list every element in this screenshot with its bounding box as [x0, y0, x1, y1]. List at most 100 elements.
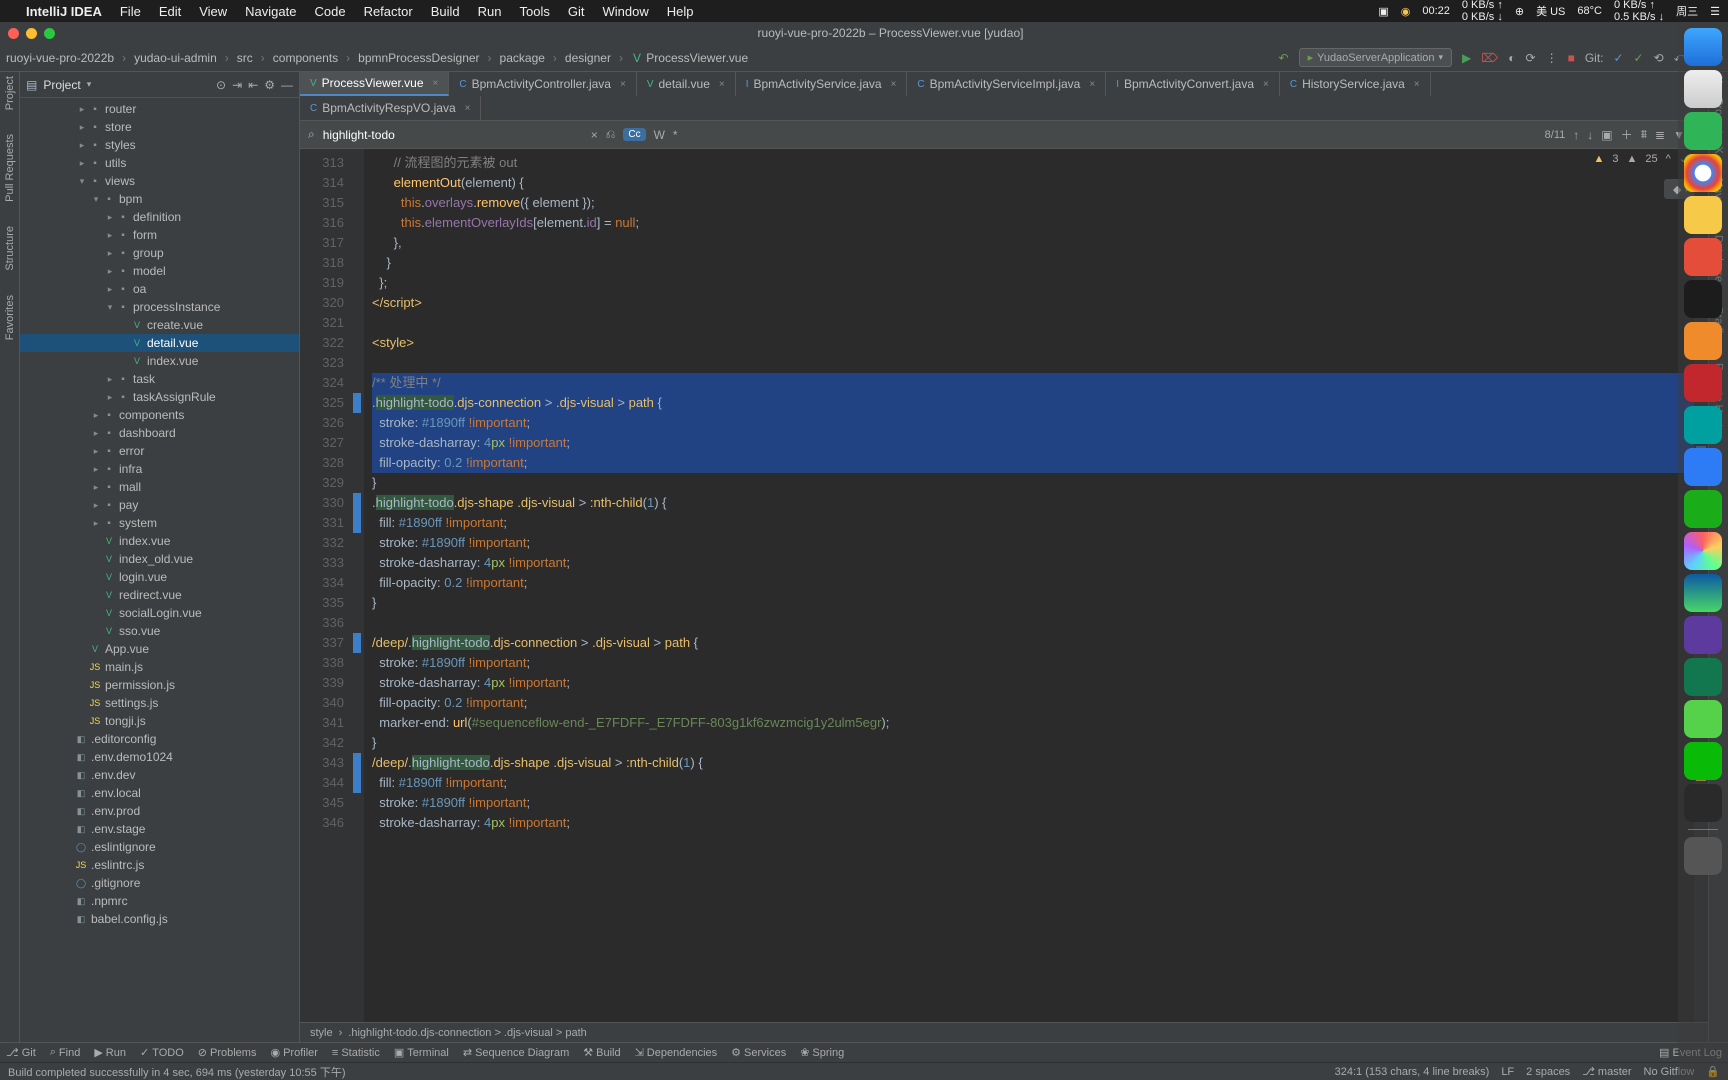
tree-row[interactable]: VsocialLogin.vue: [20, 604, 299, 622]
menu-git[interactable]: Git: [568, 4, 585, 19]
tree-row[interactable]: Vredirect.vue: [20, 586, 299, 604]
close-tab-icon[interactable]: ×: [891, 79, 897, 90]
filter-icon[interactable]: ⩩: [1641, 127, 1647, 142]
menu-code[interactable]: Code: [314, 4, 345, 19]
editor-tab[interactable]: IBpmActivityService.java×: [736, 72, 908, 96]
tree-row[interactable]: ◧.env.demo1024: [20, 748, 299, 766]
expand-all-icon[interactable]: ⇥: [232, 78, 242, 92]
bt-services[interactable]: ⚙ Services: [731, 1046, 786, 1059]
menu-build[interactable]: Build: [431, 4, 460, 19]
code-content[interactable]: // 流程图的元素被 out elementOut(element) { thi…: [364, 149, 1694, 1022]
bt-build[interactable]: ⚒ Build: [583, 1046, 620, 1059]
close-window-button[interactable]: [8, 28, 19, 39]
camera-icon[interactable]: ▣: [1378, 5, 1388, 18]
tree-row[interactable]: ▾▪bpm: [20, 190, 299, 208]
editor-tab[interactable]: CBpmActivityRespVO.java×: [300, 96, 481, 120]
dock-app-lime[interactable]: [1684, 700, 1722, 738]
tree-row[interactable]: JSsettings.js: [20, 694, 299, 712]
project-tree[interactable]: ▸▪router▸▪store▸▪styles▸▪utils▾▪views▾▪b…: [20, 98, 299, 1042]
tree-row[interactable]: ▸▪router: [20, 100, 299, 118]
tree-row[interactable]: ◧.editorconfig: [20, 730, 299, 748]
stop-button[interactable]: ■: [1568, 51, 1575, 65]
project-label[interactable]: Project: [43, 78, 80, 92]
tree-row[interactable]: Vlogin.vue: [20, 568, 299, 586]
tree-row[interactable]: ▸▪system: [20, 514, 299, 532]
tree-row[interactable]: ▸▪components: [20, 406, 299, 424]
tree-row[interactable]: ◧.env.prod: [20, 802, 299, 820]
bt-problems[interactable]: ⊘ Problems: [198, 1046, 257, 1059]
add-selection-icon[interactable]: ＋: [1621, 126, 1633, 143]
bt-spring[interactable]: ❀ Spring: [800, 1046, 844, 1059]
tree-row[interactable]: ▸▪definition: [20, 208, 299, 226]
dock-app-red[interactable]: [1684, 238, 1722, 276]
editor-breadcrumbs[interactable]: style › .highlight-todo.djs-connection >…: [300, 1022, 1708, 1042]
tool-structure[interactable]: Structure: [4, 226, 16, 271]
tree-row[interactable]: ◧.env.stage: [20, 820, 299, 838]
close-tab-icon[interactable]: ×: [433, 78, 439, 89]
menu-run[interactable]: Run: [478, 4, 502, 19]
words-toggle[interactable]: W: [654, 128, 665, 142]
menu-window[interactable]: Window: [602, 4, 648, 19]
dock-app-darkred[interactable]: [1684, 364, 1722, 402]
select-all-icon[interactable]: ▣: [1601, 128, 1612, 142]
dock-app-finder[interactable]: [1684, 28, 1722, 66]
date[interactable]: 周三: [1676, 3, 1698, 19]
caret-position[interactable]: 324:1 (153 chars, 4 line breaks): [1335, 1066, 1490, 1078]
tool-pull-requests[interactable]: Pull Requests: [4, 134, 16, 202]
dock-app-safari[interactable]: [1684, 70, 1722, 108]
dock-app-wave[interactable]: [1684, 490, 1722, 528]
dock-app-dark[interactable]: [1684, 784, 1722, 822]
git-history-icon[interactable]: ⟲: [1654, 51, 1664, 65]
tree-row[interactable]: Vdetail.vue: [20, 334, 299, 352]
tree-row[interactable]: ▸▪store: [20, 118, 299, 136]
bt-git[interactable]: ⎇ Git: [6, 1046, 36, 1059]
select-opened-file-icon[interactable]: ⊙: [216, 78, 226, 92]
bt-profiler[interactable]: ◉ Profiler: [270, 1046, 317, 1059]
tree-row[interactable]: Vindex_old.vue: [20, 550, 299, 568]
line-separator[interactable]: LF: [1501, 1066, 1514, 1078]
bt-find[interactable]: ⌕ Find: [50, 1046, 81, 1059]
git-commit-icon[interactable]: ✓: [1634, 51, 1644, 65]
tool-favorites[interactable]: Favorites: [4, 295, 16, 340]
search-icon[interactable]: ⌕: [308, 127, 315, 142]
tree-row[interactable]: Vindex.vue: [20, 532, 299, 550]
tree-row[interactable]: ◯.eslintignore: [20, 838, 299, 856]
code-editor[interactable]: ▲3 ▲25 ^ ⌄ ◆ × 3133143153163173183193203…: [300, 149, 1708, 1022]
dock-app-green[interactable]: [1684, 112, 1722, 150]
close-tab-icon[interactable]: ×: [1089, 79, 1095, 90]
tree-row[interactable]: ◧.npmrc: [20, 892, 299, 910]
breadcrumbs[interactable]: ruoyi-vue-pro-2022b›yudao-ui-admin›src›c…: [4, 51, 750, 65]
tree-row[interactable]: ▸▪infra: [20, 460, 299, 478]
tree-row[interactable]: ▸▪utils: [20, 154, 299, 172]
close-tab-icon[interactable]: ×: [1414, 79, 1420, 90]
bt-dependencies[interactable]: ⇲ Dependencies: [635, 1046, 718, 1059]
editor-tab[interactable]: CBpmActivityController.java×: [449, 72, 636, 96]
dock-app-edge[interactable]: [1684, 574, 1722, 612]
tree-row[interactable]: JStongji.js: [20, 712, 299, 730]
tree-row[interactable]: ▸▪styles: [20, 136, 299, 154]
dock-app-darkgreen[interactable]: [1684, 658, 1722, 696]
tree-row[interactable]: ◧.env.local: [20, 784, 299, 802]
tree-row[interactable]: Vsso.vue: [20, 622, 299, 640]
tree-row[interactable]: ▾▪views: [20, 172, 299, 190]
tree-row[interactable]: ▸▪task: [20, 370, 299, 388]
next-match-icon[interactable]: ↓: [1587, 128, 1593, 142]
indent-info[interactable]: 2 spaces: [1526, 1066, 1570, 1078]
minimize-window-button[interactable]: [26, 28, 37, 39]
tree-row[interactable]: ▸▪group: [20, 244, 299, 262]
tree-row[interactable]: ▸▪form: [20, 226, 299, 244]
control-center-icon[interactable]: ☰: [1710, 5, 1720, 18]
filter2-icon[interactable]: ≣: [1655, 128, 1665, 142]
close-tab-icon[interactable]: ×: [465, 103, 471, 114]
close-tab-icon[interactable]: ×: [719, 79, 725, 90]
regex-toggle[interactable]: *: [673, 128, 678, 142]
tree-row[interactable]: JS.eslintrc.js: [20, 856, 299, 874]
editor-tab[interactable]: CHistoryService.java×: [1280, 72, 1431, 96]
dock-app-black[interactable]: [1684, 280, 1722, 318]
back-icon[interactable]: ↶: [1279, 51, 1289, 65]
clock[interactable]: 00:22: [1422, 5, 1450, 17]
search-input[interactable]: highlight-todo: [323, 128, 583, 142]
git-update-icon[interactable]: ✓: [1613, 51, 1623, 65]
collapse-all-icon[interactable]: ⇤: [248, 78, 258, 92]
tree-row[interactable]: JSmain.js: [20, 658, 299, 676]
